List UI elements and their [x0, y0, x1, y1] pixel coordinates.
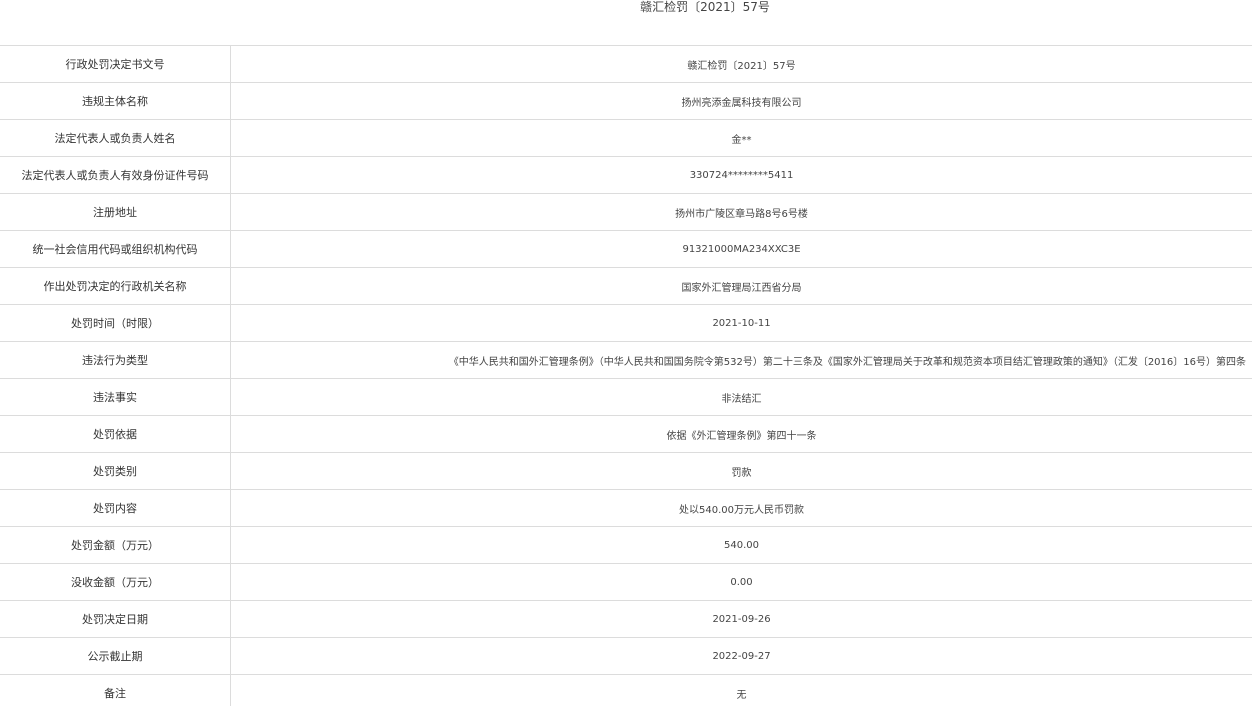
- row-label: 处罚依据: [0, 416, 231, 452]
- table-row: 注册地址 扬州市广陵区章马路8号6号楼: [0, 194, 1252, 231]
- row-label: 统一社会信用代码或组织机构代码: [0, 231, 231, 267]
- table-row: 作出处罚决定的行政机关名称 国家外汇管理局江西省分局: [0, 268, 1252, 305]
- row-value: 2022-09-27: [712, 650, 771, 662]
- table-row: 法定代表人或负责人有效身份证件号码 330724********5411: [0, 157, 1252, 194]
- row-value: 扬州市广陵区章马路8号6号楼: [675, 208, 808, 220]
- row-label: 处罚时间（时限）: [0, 305, 231, 341]
- row-value: 金**: [731, 134, 752, 146]
- row-value: 540.00: [724, 539, 759, 551]
- row-label: 法定代表人或负责人有效身份证件号码: [0, 157, 231, 193]
- row-value: 330724********5411: [689, 169, 794, 181]
- row-value: 《中华人民共和国外汇管理条例》（中华人民共和国国务院令第532号）第二十三条及《…: [448, 356, 1246, 368]
- row-value: 赣汇检罚〔2021〕57号: [687, 60, 796, 72]
- table-row: 违规主体名称 扬州亮添金属科技有限公司: [0, 83, 1252, 120]
- row-label: 处罚类别: [0, 453, 231, 489]
- row-value: 非法结汇: [721, 393, 762, 405]
- row-value: 91321000MA234XXC3E: [682, 243, 801, 255]
- row-value: 依据《外汇管理条例》第四十一条: [666, 430, 817, 442]
- row-label: 没收金额（万元）: [0, 564, 231, 600]
- row-label: 行政处罚决定书文号: [0, 46, 231, 82]
- table-row: 处罚金额（万元） 540.00: [0, 527, 1252, 564]
- table-row: 公示截止期 2022-09-27: [0, 638, 1252, 675]
- table-row: 处罚依据 依据《外汇管理条例》第四十一条: [0, 416, 1252, 453]
- table-row: 法定代表人或负责人姓名 金**: [0, 120, 1252, 157]
- table-row: 统一社会信用代码或组织机构代码 91321000MA234XXC3E: [0, 231, 1252, 268]
- row-value: 处以540.00万元人民币罚款: [679, 504, 804, 516]
- table-row: 行政处罚决定书文号 赣汇检罚〔2021〕57号: [0, 46, 1252, 83]
- row-value: 2021-10-11: [712, 317, 771, 329]
- row-value: 国家外汇管理局江西省分局: [681, 282, 802, 294]
- row-value: 罚款: [731, 467, 752, 479]
- row-value: 2021-09-26: [712, 613, 771, 625]
- row-label: 违规主体名称: [0, 83, 231, 119]
- document-title: 赣汇检罚〔2021〕57号: [640, 0, 770, 14]
- row-label: 违法行为类型: [0, 342, 231, 378]
- table-row: 没收金额（万元） 0.00: [0, 564, 1252, 601]
- row-value: 0.00: [730, 576, 753, 588]
- row-label: 作出处罚决定的行政机关名称: [0, 268, 231, 304]
- row-value: 扬州亮添金属科技有限公司: [681, 97, 802, 109]
- row-label: 公示截止期: [0, 638, 231, 674]
- table-row: 备注 无: [0, 675, 1252, 706]
- table-row: 违法事实 非法结汇: [0, 379, 1252, 416]
- penalty-info-table: 行政处罚决定书文号 赣汇检罚〔2021〕57号 违规主体名称 扬州亮添金属科技有…: [0, 45, 1252, 706]
- table-row: 违法行为类型 《中华人民共和国外汇管理条例》（中华人民共和国国务院令第532号）…: [0, 342, 1252, 379]
- table-row: 处罚类别 罚款: [0, 453, 1252, 490]
- table-row: 处罚决定日期 2021-09-26: [0, 601, 1252, 638]
- row-label: 处罚内容: [0, 490, 231, 526]
- page: 赣汇检罚〔2021〕57号 行政处罚决定书文号 赣汇检罚〔2021〕57号 违规…: [0, 0, 1252, 706]
- row-label: 违法事实: [0, 379, 231, 415]
- row-value: 无: [736, 689, 747, 701]
- row-label: 备注: [0, 675, 231, 706]
- row-label: 法定代表人或负责人姓名: [0, 120, 231, 156]
- row-label: 处罚决定日期: [0, 601, 231, 637]
- row-label: 注册地址: [0, 194, 231, 230]
- table-row: 处罚时间（时限） 2021-10-11: [0, 305, 1252, 342]
- row-label: 处罚金额（万元）: [0, 527, 231, 563]
- table-row: 处罚内容 处以540.00万元人民币罚款: [0, 490, 1252, 527]
